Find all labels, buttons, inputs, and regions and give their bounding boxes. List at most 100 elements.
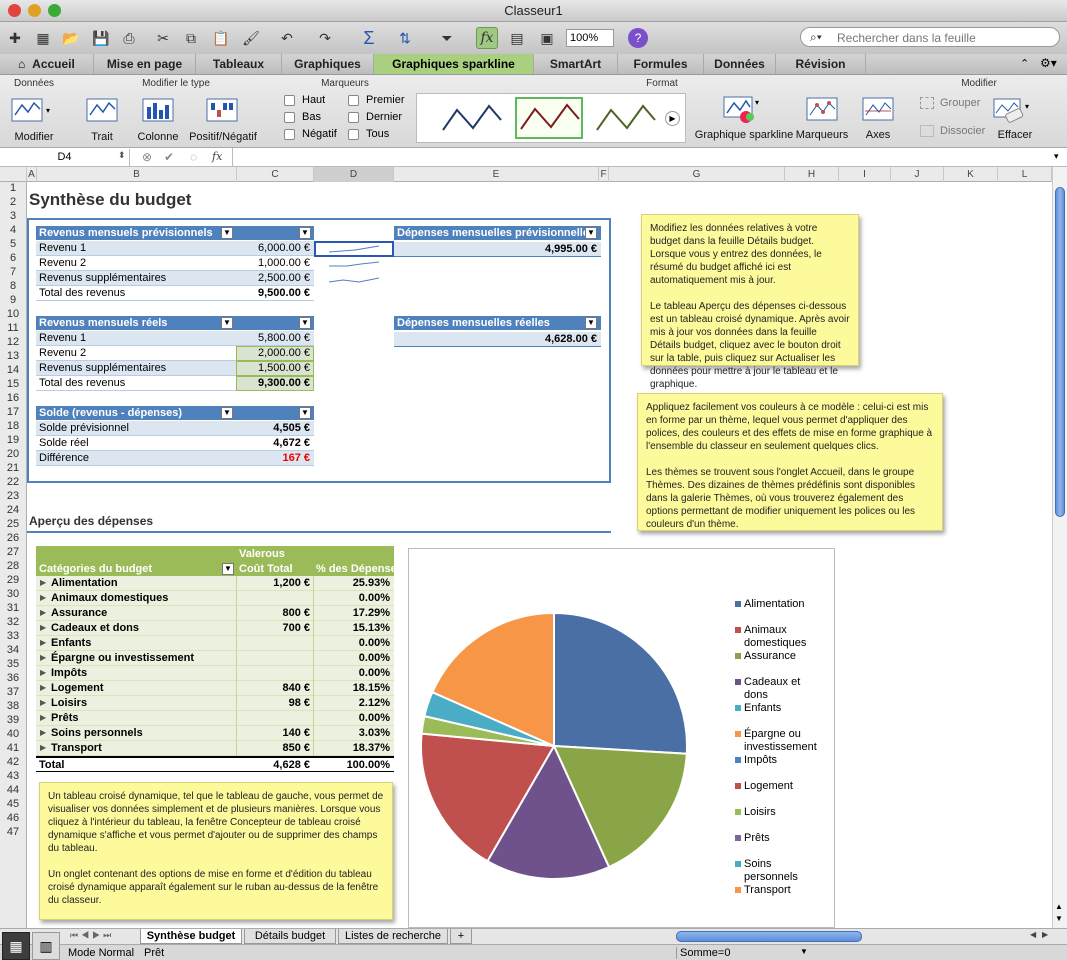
col-header[interactable]: E — [394, 167, 599, 182]
sheet-tab-listes[interactable]: Listes de recherche — [338, 929, 448, 944]
namebox-stepper-icon[interactable]: ⬍ — [118, 150, 126, 161]
grouper-button[interactable]: Grouper — [940, 97, 980, 109]
undo-icon[interactable]: ↶ — [276, 27, 298, 49]
row-header[interactable]: 24 — [0, 504, 26, 518]
row-header[interactable]: 41 — [0, 742, 26, 756]
axes-icon[interactable] — [862, 97, 894, 123]
pie-chart-container[interactable]: Alimentation Animaux domestiques Assurance C… — [408, 548, 835, 928]
tous-checkbox[interactable] — [348, 129, 359, 140]
row-header[interactable]: 19 — [0, 434, 26, 448]
row-header[interactable]: 1 — [0, 182, 26, 196]
row-header[interactable]: 46 — [0, 812, 26, 826]
scroll-down-icon[interactable]: ▼ — [1055, 914, 1063, 923]
pivot-row[interactable]: ▶ Alimentation 1,200 € 25.93% — [36, 576, 394, 591]
autosum-icon[interactable]: Σ — [358, 27, 380, 49]
row-header[interactable]: 11 — [0, 322, 26, 336]
expand-arrow-icon[interactable]: ▶ — [40, 668, 46, 677]
print-icon[interactable]: ⎙ — [118, 27, 140, 49]
gallery-next-icon[interactable]: ▶ — [665, 111, 680, 126]
scroll-up-icon[interactable]: ▲ — [1055, 902, 1063, 911]
table-row[interactable]: Revenus supplémentaires 1,500.00 € — [36, 361, 314, 376]
fx-icon[interactable]: fx — [212, 150, 222, 163]
row-header[interactable]: 8 — [0, 280, 26, 294]
row-header[interactable]: 28 — [0, 560, 26, 574]
expand-arrow-icon[interactable]: ▶ — [40, 743, 46, 752]
select-all-corner[interactable] — [0, 167, 27, 182]
dissocier-button[interactable]: Dissocier — [940, 125, 985, 137]
row-header[interactable]: 44 — [0, 784, 26, 798]
pivot-row[interactable]: ▶ Épargne ou investissement 0.00% — [36, 651, 394, 666]
row-header[interactable]: 39 — [0, 714, 26, 728]
row-header[interactable]: 35 — [0, 658, 26, 672]
row-header[interactable]: 3 — [0, 210, 26, 224]
open-icon[interactable]: 📂 — [60, 27, 82, 49]
row-header[interactable]: 34 — [0, 644, 26, 658]
page-layout-view-icon[interactable]: ▥ — [32, 932, 60, 960]
row-header[interactable]: 21 — [0, 462, 26, 476]
pivot-row[interactable]: ▶ Prêts 0.00% — [36, 711, 394, 726]
table-row[interactable]: Solde prévisionnel 4,505 € — [36, 421, 314, 436]
formula-input[interactable] — [232, 148, 1052, 166]
row-header[interactable]: 6 — [0, 252, 26, 266]
colonne-button[interactable]: Colonne — [132, 131, 184, 143]
expand-arrow-icon[interactable]: ▶ — [40, 623, 46, 632]
col-header[interactable]: A — [27, 167, 37, 182]
haut-checkbox[interactable] — [284, 95, 295, 106]
filter-dropdown-icon[interactable]: ▼ — [221, 227, 233, 239]
pivot-row[interactable]: ▶ Soins personnels 140 € 3.03% — [36, 726, 394, 741]
expand-arrow-icon[interactable]: ▶ — [40, 638, 46, 647]
filter-icon[interactable]: ⏷ — [436, 27, 458, 49]
row-header[interactable]: 22 — [0, 476, 26, 490]
modifier-button[interactable]: Modifier — [4, 131, 64, 143]
sum-dropdown-icon[interactable]: ▼ — [800, 947, 808, 956]
group-icon[interactable] — [920, 97, 934, 109]
markers-color-icon[interactable] — [806, 97, 838, 123]
row-header[interactable]: 26 — [0, 532, 26, 546]
horizontal-scroll-thumb[interactable] — [676, 931, 862, 942]
row-header[interactable]: 17 — [0, 406, 26, 420]
style-swatch-3[interactable] — [593, 100, 659, 138]
filter-dropdown-icon[interactable]: ▼ — [221, 317, 233, 329]
ungroup-icon[interactable] — [920, 125, 934, 137]
tab-revision[interactable]: Révision — [776, 54, 866, 74]
redo-icon[interactable]: ↷ — [314, 27, 336, 49]
axes-button[interactable]: Axes — [856, 129, 900, 141]
effacer-button[interactable]: Effacer — [990, 129, 1040, 141]
row-header[interactable]: 18 — [0, 420, 26, 434]
style-swatch-2-selected[interactable] — [515, 97, 583, 139]
format-painter-icon[interactable]: 🖌 — [240, 27, 262, 49]
row-header[interactable]: 32 — [0, 616, 26, 630]
win-loss-sparkline-icon[interactable] — [206, 97, 238, 123]
pivot-filter-icon[interactable]: ▼ — [222, 563, 234, 575]
media-browser-icon[interactable]: ▣ — [536, 27, 558, 49]
pivot-row[interactable]: ▶ Transport 850 € 18.37% — [36, 741, 394, 756]
expand-arrow-icon[interactable]: ▶ — [40, 578, 46, 587]
row-header[interactable]: 5 — [0, 238, 26, 252]
col-header[interactable]: L — [998, 167, 1052, 182]
pivot-row[interactable]: ▶ Enfants 0.00% — [36, 636, 394, 651]
row-header[interactable]: 25 — [0, 518, 26, 532]
row-header[interactable]: 31 — [0, 602, 26, 616]
formula-builder-icon[interactable]: ◌ — [190, 150, 197, 164]
gallery-icon[interactable]: ▦ — [32, 27, 54, 49]
paste-icon[interactable]: 📋 — [210, 27, 232, 49]
row-header[interactable]: 45 — [0, 798, 26, 812]
expand-arrow-icon[interactable]: ▶ — [40, 593, 46, 602]
add-sheet-icon[interactable]: + — [450, 929, 472, 944]
vertical-scrollbar[interactable]: ▲ ▼ — [1052, 167, 1067, 928]
col-header[interactable]: J — [891, 167, 944, 182]
sheet-nav-icon[interactable]: ⏮◀▶⏭ — [70, 930, 114, 941]
filter-dropdown-icon[interactable]: ▼ — [299, 227, 311, 239]
gear-icon[interactable]: ⚙▾ — [1040, 56, 1057, 70]
col-header[interactable]: F — [599, 167, 609, 182]
sparkline-color-icon[interactable]: ▾ — [722, 95, 762, 125]
table-row[interactable]: Solde réel 4,672 € — [36, 436, 314, 451]
row-header[interactable]: 10 — [0, 308, 26, 322]
row-header[interactable]: 12 — [0, 336, 26, 350]
line-sparkline-icon[interactable] — [86, 97, 118, 123]
filter-dropdown-icon[interactable]: ▼ — [585, 317, 597, 329]
edit-sparkline-icon[interactable]: ▾ — [10, 95, 56, 125]
graphique-sparkline-button[interactable]: Graphique sparkline — [692, 129, 796, 141]
col-header[interactable]: C — [237, 167, 314, 182]
normal-view-icon[interactable]: ▦ — [2, 932, 30, 960]
